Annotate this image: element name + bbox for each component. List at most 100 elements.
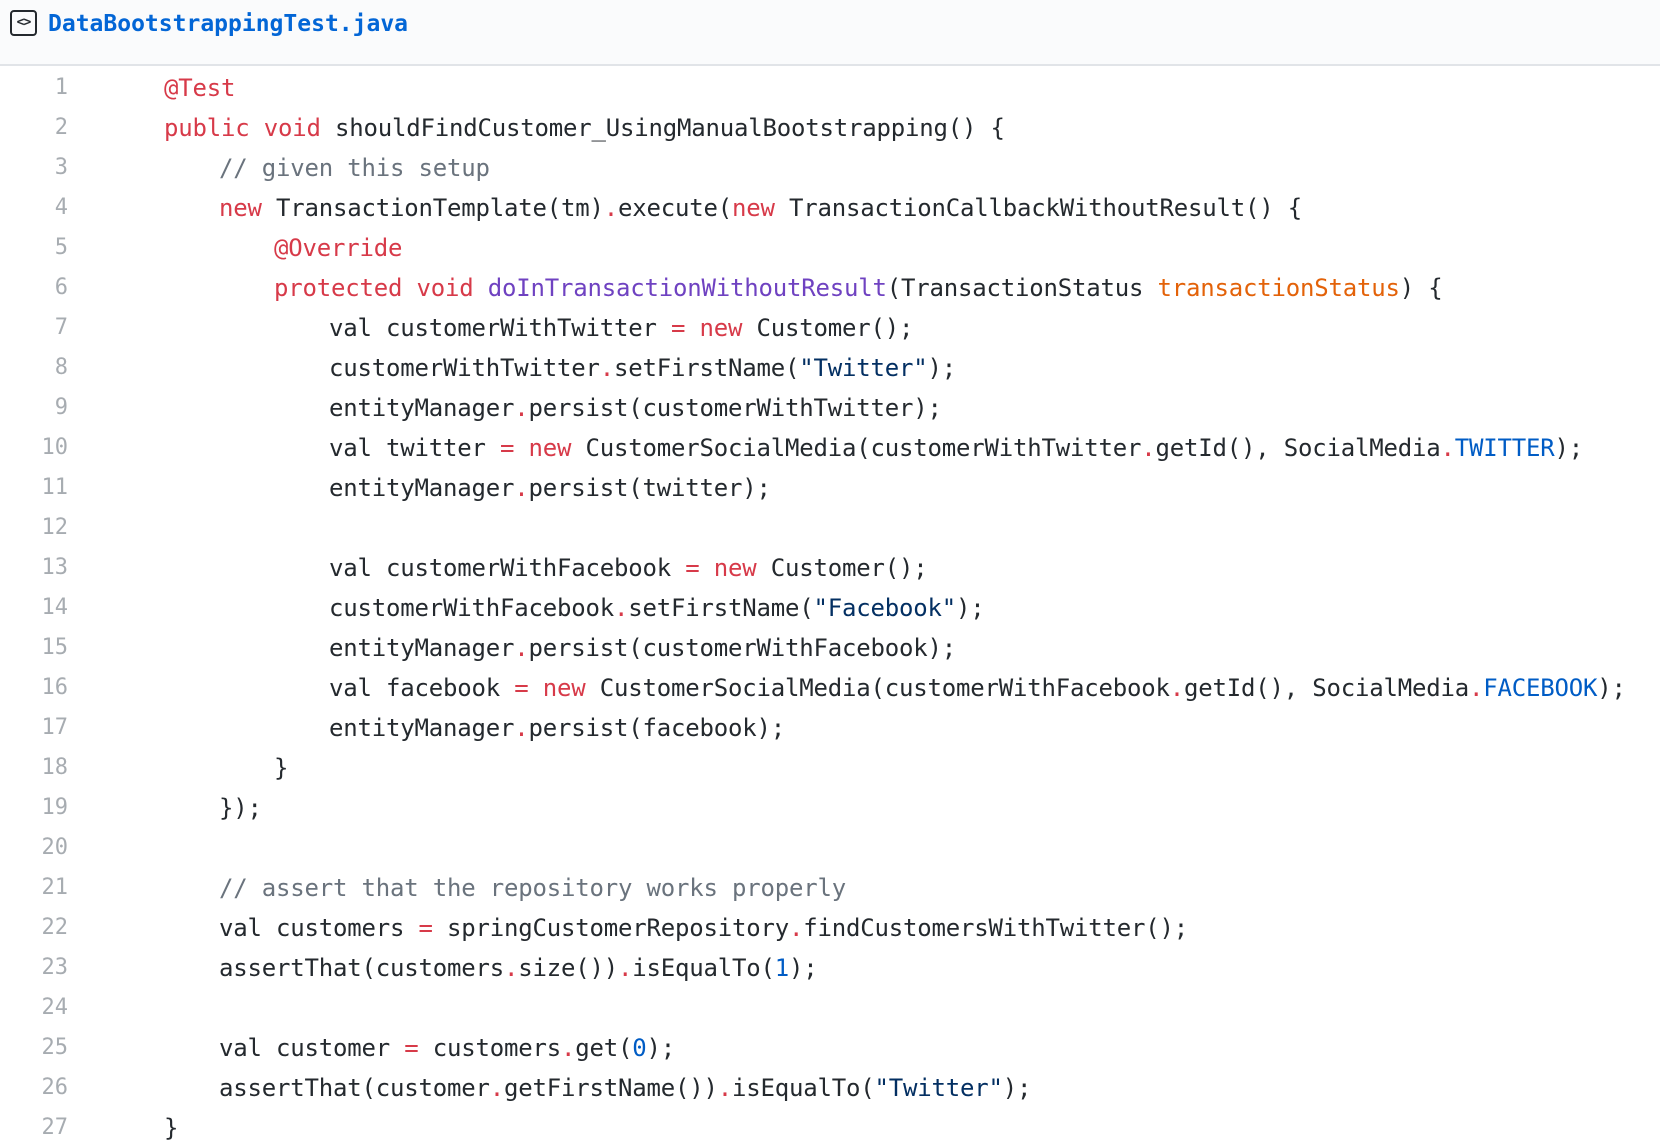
- code-token: .: [489, 1074, 504, 1102]
- code-line: 17 entityManager.persist(facebook);: [0, 708, 1660, 748]
- code-line: 1 @Test: [0, 68, 1660, 108]
- line-number[interactable]: 15: [0, 628, 69, 668]
- code-text: entityManager.persist(twitter);: [329, 468, 771, 508]
- code-text: }: [164, 1108, 178, 1148]
- code-token: entityManager: [329, 714, 515, 742]
- line-number[interactable]: 12: [0, 508, 69, 548]
- code-token: val customers: [219, 914, 419, 942]
- code-token: void: [263, 114, 321, 142]
- code-token: .: [614, 594, 629, 622]
- code-token: persist(customerWithFacebook);: [528, 634, 957, 662]
- code-text: @Override: [274, 228, 402, 268]
- code-token: new: [699, 314, 743, 342]
- code-token: );: [956, 594, 985, 622]
- code-line: 24: [0, 988, 1660, 1028]
- code-text: val customers = springCustomerRepository…: [219, 908, 1188, 948]
- code-text: customerWithTwitter.setFirstName("Twitte…: [329, 348, 956, 388]
- code-token: val twitter: [329, 434, 500, 462]
- code-text: });: [219, 788, 262, 828]
- code-token: FACEBOOK: [1483, 674, 1598, 702]
- code-token: });: [219, 794, 262, 822]
- code-text: customerWithFacebook.setFirstName("Faceb…: [329, 588, 985, 628]
- code-block: 1 @Test 2 public void shouldFindCustomer_Us…: [0, 68, 1660, 1148]
- code-line: 6 protected void doInTransactionWithoutRe…: [0, 268, 1660, 308]
- code-token: getFirstName()): [504, 1074, 718, 1102]
- code-text: // given this setup: [219, 148, 490, 188]
- line-number[interactable]: 6: [0, 268, 68, 308]
- code-token: new: [731, 194, 775, 222]
- code-token: .: [514, 714, 529, 742]
- code-token: =: [685, 554, 700, 582]
- code-token: =: [500, 434, 515, 462]
- line-number[interactable]: 16: [0, 668, 69, 708]
- code-token: .: [788, 914, 804, 942]
- code-line: 4 new TransactionTemplate(tm).execute(new…: [0, 188, 1660, 228]
- code-line: 7 val customerWithTwitter = new Customer(…: [0, 308, 1660, 348]
- line-number[interactable]: 19: [0, 788, 69, 828]
- line-number[interactable]: 3: [0, 148, 68, 188]
- code-line: 14 customerWithFacebook.setFirstName("Fac…: [0, 588, 1660, 628]
- line-number[interactable]: 1: [0, 68, 68, 108]
- code-token: execute(: [617, 194, 732, 222]
- line-number[interactable]: 8: [0, 348, 68, 388]
- code-token: =: [514, 674, 529, 702]
- code-token: "Twitter": [874, 1074, 1003, 1102]
- code-line: 8 customerWithTwitter.setFirstName("Twitt…: [0, 348, 1660, 388]
- code-token: @Test: [164, 74, 236, 102]
- code-line: 23 assertThat(customers.size()).isEqualTo…: [0, 948, 1660, 988]
- line-number[interactable]: 11: [0, 468, 69, 508]
- line-number[interactable]: 23: [0, 948, 69, 988]
- line-number[interactable]: 21: [0, 868, 69, 908]
- line-number[interactable]: 9: [0, 388, 68, 428]
- code-token: Customer();: [742, 314, 914, 342]
- line-number[interactable]: 22: [0, 908, 69, 948]
- code-token: isEqualTo(: [732, 1074, 875, 1102]
- code-token: 1: [774, 954, 789, 982]
- code-token: // assert that the repository works prop…: [219, 874, 846, 902]
- code-line: 26 assertThat(customer.getFirstName()).is…: [0, 1068, 1660, 1108]
- line-number[interactable]: 25: [0, 1028, 69, 1068]
- code-token: customerWithTwitter: [329, 354, 600, 382]
- code-token: protected: [274, 274, 403, 302]
- code-line: 15 entityManager.persist(customerWithFace…: [0, 628, 1660, 668]
- line-number[interactable]: 4: [0, 188, 68, 228]
- code-token: setFirstName(: [628, 594, 814, 622]
- code-token: .: [599, 354, 614, 382]
- file-name-link[interactable]: DataBootstrappingTest.java: [48, 8, 408, 40]
- code-token: );: [789, 954, 818, 982]
- line-number[interactable]: 17: [0, 708, 69, 748]
- code-token: .: [514, 634, 529, 662]
- line-number[interactable]: 2: [0, 108, 68, 148]
- line-number[interactable]: 27: [0, 1108, 69, 1148]
- line-number[interactable]: 26: [0, 1068, 69, 1108]
- line-number[interactable]: 14: [0, 588, 69, 628]
- code-text: protected void doInTransactionWithoutRes…: [274, 268, 1443, 308]
- line-number[interactable]: 18: [0, 748, 69, 788]
- line-number[interactable]: 24: [0, 988, 69, 1028]
- code-token: getId(), SocialMedia: [1155, 434, 1441, 462]
- code-token: shouldFindCustomer_UsingManualBootstrapp…: [320, 114, 1005, 142]
- line-number[interactable]: 7: [0, 308, 68, 348]
- code-token: persist(facebook);: [528, 714, 786, 742]
- code-token: .: [1440, 434, 1455, 462]
- code-token: new: [713, 554, 757, 582]
- line-number[interactable]: 20: [0, 828, 69, 868]
- code-token: persist(twitter);: [528, 474, 771, 502]
- code-token: getId(), SocialMedia: [1183, 674, 1469, 702]
- line-number[interactable]: 13: [0, 548, 69, 588]
- code-line: 19});: [0, 788, 1660, 828]
- code-line: 12: [0, 508, 1660, 548]
- line-number[interactable]: 10: [0, 428, 69, 468]
- code-token: .: [514, 474, 529, 502]
- code-text: entityManager.persist(customerWithFacebo…: [329, 628, 956, 668]
- line-number[interactable]: 5: [0, 228, 68, 268]
- code-line: 13 val customerWithFacebook = new Custome…: [0, 548, 1660, 588]
- code-token: val customerWithFacebook: [329, 554, 686, 582]
- code-token: .: [717, 1074, 732, 1102]
- code-token: "Facebook": [813, 594, 957, 622]
- code-token: entityManager: [329, 394, 515, 422]
- code-token: ) {: [1399, 274, 1443, 302]
